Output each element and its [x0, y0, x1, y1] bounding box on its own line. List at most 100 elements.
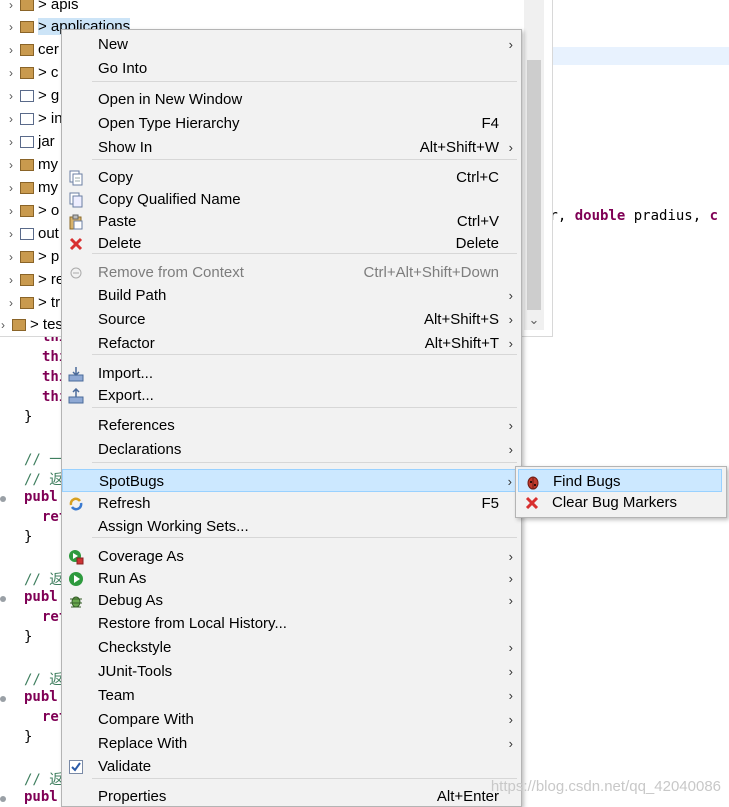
menu-item-coverage-as[interactable]: Coverage As ›	[62, 545, 521, 568]
expand-chevron-icon[interactable]: ›	[4, 85, 18, 107]
package-folder-icon	[12, 319, 26, 332]
menu-item-label: Team	[98, 687, 135, 704]
tree-item[interactable]: › > c	[4, 62, 58, 84]
paste-icon	[68, 214, 84, 230]
menu-item-compare-with[interactable]: Compare With ›	[62, 708, 521, 731]
expand-chevron-icon[interactable]: ›	[4, 269, 18, 291]
tree-item[interactable]: › jar	[4, 131, 55, 153]
expand-chevron-icon[interactable]: ›	[4, 246, 18, 268]
menu-item-remove-from-context: Remove from Context Ctrl+Alt+Shift+Down	[62, 261, 521, 284]
debug-icon	[68, 593, 84, 609]
menu-item-paste[interactable]: Paste Ctrl+V	[62, 210, 521, 233]
expand-chevron-icon[interactable]: ›	[4, 131, 18, 153]
menu-item-shortcut: Alt+Shift+S	[423, 311, 499, 328]
submenu-arrow-icon: ›	[508, 688, 513, 703]
submenu-item-find-bugs[interactable]: Find Bugs	[518, 469, 722, 492]
tree-item[interactable]: › > in	[4, 108, 63, 130]
tree-item[interactable]: › out	[4, 223, 59, 245]
menu-item-build-path[interactable]: Build Path ›	[62, 284, 521, 307]
expand-chevron-icon[interactable]: ›	[4, 200, 18, 222]
menu-item-junit-tools[interactable]: JUnit-Tools ›	[62, 660, 521, 683]
code-comment: // 一	[24, 452, 64, 468]
tree-item[interactable]: › > p	[4, 246, 59, 268]
menu-item-import[interactable]: Import...	[62, 362, 521, 385]
menu-item-restore-from-local-history[interactable]: Restore from Local History...	[62, 612, 521, 635]
menu-item-checkstyle[interactable]: Checkstyle ›	[62, 636, 521, 659]
menu-item-source[interactable]: Source Alt+Shift+S ›	[62, 308, 521, 331]
code-line: publ	[24, 489, 58, 505]
context-menu[interactable]: New › Go Into Open in New Window Open Type H…	[61, 29, 522, 807]
menu-item-open-in-new-window[interactable]: Open in New Window	[62, 88, 521, 111]
menu-item-go-into[interactable]: Go Into	[62, 57, 521, 80]
menu-item-export[interactable]: Export...	[62, 384, 521, 407]
expand-chevron-icon[interactable]: ›	[4, 108, 18, 130]
menu-item-refactor[interactable]: Refactor Alt+Shift+T ›	[62, 332, 521, 355]
menu-item-spotbugs[interactable]: SpotBugs ›	[62, 469, 521, 492]
menu-item-debug-as[interactable]: Debug As ›	[62, 589, 521, 612]
expand-chevron-icon[interactable]: ›	[0, 314, 10, 336]
tree-item[interactable]: › my	[4, 154, 58, 176]
menu-item-assign-working-sets[interactable]: Assign Working Sets...	[62, 515, 521, 538]
submenu-arrow-icon: ›	[508, 418, 513, 433]
menu-item-team[interactable]: Team ›	[62, 684, 521, 707]
menu-item-label: Copy	[98, 169, 134, 186]
package-folder-icon	[20, 251, 34, 264]
expand-chevron-icon[interactable]: ›	[4, 154, 18, 176]
menu-item-shortcut: Ctrl+Alt+Shift+Down	[363, 264, 499, 281]
submenu-arrow-icon: ›	[508, 37, 513, 52]
menu-separator	[92, 81, 517, 82]
tree-item-label: jar	[38, 133, 55, 150]
menu-item-run-as[interactable]: Run As ›	[62, 567, 521, 590]
tree-item[interactable]: › my	[4, 177, 58, 199]
menu-item-declarations[interactable]: Declarations ›	[62, 438, 521, 461]
remove-context-icon	[68, 265, 84, 281]
tree-item[interactable]: › > re	[4, 269, 64, 291]
menu-item-properties[interactable]: Properties Alt+Enter	[62, 785, 521, 806]
package-folder-icon	[20, 274, 34, 287]
explorer-scrollbar[interactable]: ⌄	[524, 0, 544, 330]
expand-chevron-icon[interactable]: ›	[4, 292, 18, 314]
menu-item-label: Coverage As	[98, 548, 184, 565]
tree-item[interactable]: › > tr	[4, 292, 60, 314]
menu-item-shortcut: Ctrl+V	[456, 213, 499, 230]
menu-item-refresh[interactable]: Refresh F5	[62, 492, 521, 515]
tree-item[interactable]: › > g	[4, 85, 59, 107]
find-bugs-icon	[525, 474, 541, 490]
package-folder-icon	[20, 0, 34, 12]
expand-chevron-icon[interactable]: ›	[4, 177, 18, 199]
menu-item-new[interactable]: New ›	[62, 33, 521, 56]
scroll-down-icon[interactable]: ⌄	[524, 312, 544, 328]
code-comment: // 返	[24, 672, 64, 688]
submenu-item-clear-bug-markers[interactable]: Clear Bug Markers	[518, 491, 722, 514]
expand-chevron-icon[interactable]: ›	[4, 39, 18, 61]
expand-chevron-icon[interactable]: ›	[4, 62, 18, 84]
expand-chevron-icon[interactable]: ›	[4, 223, 18, 245]
menu-item-show-in[interactable]: Show In Alt+Shift+W ›	[62, 136, 521, 159]
scrollbar-thumb[interactable]	[527, 60, 541, 310]
menu-item-copy[interactable]: Copy Ctrl+C	[62, 166, 521, 189]
menu-item-label: Show In	[98, 139, 153, 156]
menu-item-shortcut: F4	[481, 115, 499, 132]
menu-item-label: Refactor	[98, 335, 155, 352]
menu-item-shortcut: Alt+Shift+W	[419, 139, 499, 156]
menu-item-delete[interactable]: Delete Delete	[62, 232, 521, 255]
menu-item-open-type-hierarchy[interactable]: Open Type Hierarchy F4	[62, 112, 521, 135]
clear-markers-icon	[524, 495, 540, 511]
tree-item-label: > tr	[38, 294, 61, 311]
expand-chevron-icon[interactable]: ›	[4, 0, 18, 16]
menu-item-label: JUnit-Tools	[98, 663, 173, 680]
import-icon	[68, 366, 84, 382]
tree-item[interactable]: › > o	[4, 200, 59, 222]
menu-item-references[interactable]: References ›	[62, 414, 521, 437]
tree-item[interactable]: › > apis	[4, 0, 78, 16]
tree-item[interactable]: › cer	[4, 39, 59, 61]
expand-chevron-icon[interactable]: ›	[4, 16, 18, 38]
gutter-marker	[0, 696, 6, 702]
menu-item-label: Refresh	[98, 495, 151, 512]
menu-item-replace-with[interactable]: Replace With ›	[62, 732, 521, 755]
tree-item[interactable]: › > test	[0, 314, 67, 336]
menu-separator	[92, 354, 517, 355]
spotbugs-submenu[interactable]: Find Bugs Clear Bug Markers	[515, 466, 727, 518]
menu-item-copy-qualified-name[interactable]: Copy Qualified Name	[62, 188, 521, 211]
menu-item-validate[interactable]: Validate	[62, 755, 521, 778]
